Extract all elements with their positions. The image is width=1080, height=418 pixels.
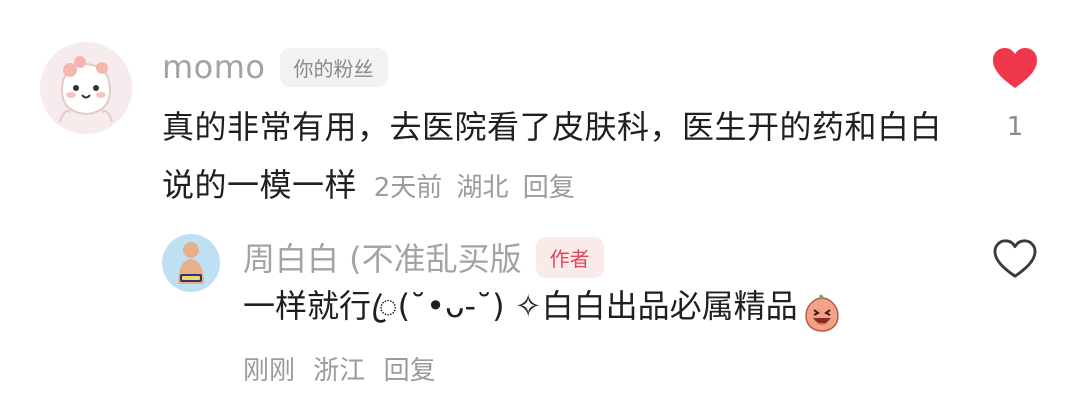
comment-time: 2天前 — [373, 173, 443, 203]
username[interactable]: momo — [162, 48, 266, 86]
cartoon-avatar-icon — [40, 42, 132, 134]
reply-username[interactable]: 周白白 (不准乱买版 — [243, 234, 522, 280]
comment-location: 湖北 — [456, 173, 509, 203]
comment-body[interactable]: 真的非常有用，去医院看了皮肤科，医生开的药和白白说的一模一样 2天前 湖北 回复 — [162, 98, 962, 217]
comment-meta: 2天前 湖北 回复 — [368, 173, 575, 203]
like-button[interactable]: 1 — [990, 46, 1040, 142]
avatar[interactable] — [40, 42, 132, 134]
author-avatar-icon — [162, 234, 220, 292]
heart-filled-icon — [993, 48, 1037, 88]
reply-reply-button[interactable]: 回复 — [384, 356, 436, 386]
reply-avatar[interactable] — [162, 234, 220, 292]
reply-like-button[interactable] — [992, 238, 1038, 280]
reply-text: 一样就行ꦿ(˘•ᴗ-˘) ✧白白出品必属精品 — [243, 287, 798, 325]
heart-outline-icon — [993, 239, 1037, 278]
reply-time: 刚刚 — [243, 356, 296, 386]
reply-meta: 刚刚 浙江 回复 — [243, 350, 446, 387]
reply-body[interactable]: 一样就行ꦿ(˘•ᴗ-˘) ✧白白出品必属精品 — [243, 286, 842, 342]
laughing-peach-emoji-icon — [804, 294, 839, 332]
reply-header: 周白白 (不准乱买版 作者 — [243, 234, 604, 280]
reply-button[interactable]: 回复 — [523, 173, 575, 203]
like-count: 1 — [1006, 112, 1024, 142]
author-badge: 作者 — [535, 236, 604, 278]
comment-header: momo 你的粉丝 — [162, 44, 388, 90]
fan-badge: 你的粉丝 — [279, 47, 388, 87]
reply-location: 浙江 — [313, 356, 366, 386]
